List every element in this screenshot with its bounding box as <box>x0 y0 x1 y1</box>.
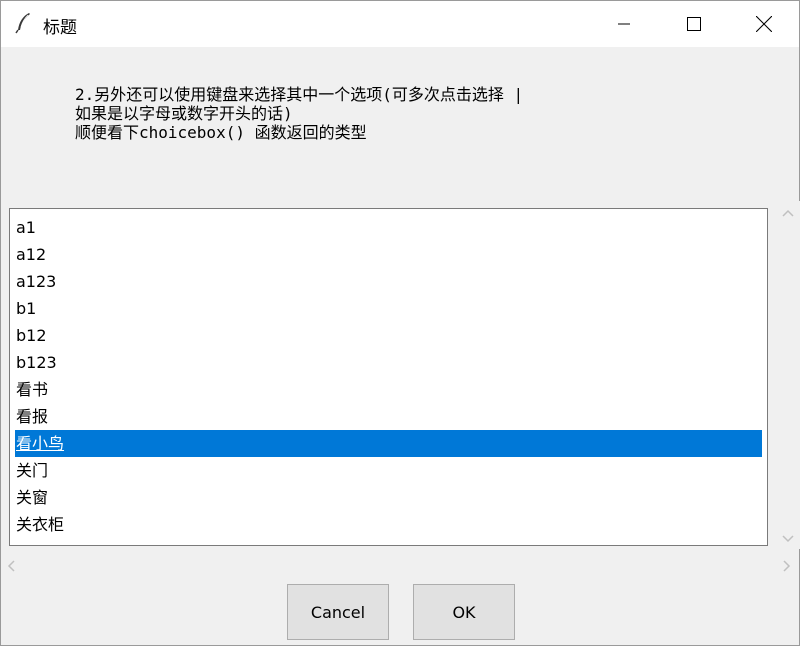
scroll-down-icon[interactable] <box>781 530 795 544</box>
list-item[interactable]: 关窗 <box>15 484 762 511</box>
message-line: 顺便看下choicebox() 函数返回的类型 <box>75 123 367 142</box>
message-line: 2.另外还可以使用键盘来选择其中一个选项(可多次点击选择 | <box>75 85 524 104</box>
list-item[interactable]: a12 <box>15 241 762 268</box>
list-item[interactable]: b123 <box>15 349 762 376</box>
list-item[interactable]: 关衣柜 <box>15 511 762 538</box>
list-item[interactable]: a123 <box>15 268 762 295</box>
ok-button[interactable]: OK <box>413 584 515 640</box>
maximize-icon <box>687 17 701 31</box>
minimize-icon <box>618 23 630 25</box>
close-icon <box>756 16 772 32</box>
list-item[interactable]: 关门 <box>15 457 762 484</box>
cancel-button[interactable]: Cancel <box>287 584 389 640</box>
vertical-scrollbar[interactable] <box>776 201 800 549</box>
scroll-up-icon[interactable] <box>781 206 795 220</box>
scroll-right-icon[interactable] <box>779 558 793 572</box>
list-item[interactable]: 看报 <box>15 403 762 430</box>
list-item[interactable]: b1 <box>15 295 762 322</box>
feather-icon <box>15 12 33 34</box>
minimize-button[interactable] <box>601 1 647 47</box>
dialog-window: 标题 2.另外还可以使用键盘来选择其中一个选项(可多次点击选择 | 如果是以字母或… <box>0 0 800 646</box>
scroll-left-icon[interactable] <box>5 558 19 572</box>
list-item[interactable]: 看书 <box>15 376 762 403</box>
maximize-button[interactable] <box>671 1 717 47</box>
list-item-selected[interactable]: 看小鸟 <box>15 430 762 457</box>
horizontal-scrollbar[interactable] <box>1 553 799 577</box>
message-line: 如果是以字母或数字开头的话) <box>75 104 293 123</box>
list-item[interactable]: a1 <box>15 214 762 241</box>
list-item[interactable]: b12 <box>15 322 762 349</box>
message-text: 2.另外还可以使用键盘来选择其中一个选项(可多次点击选择 | 如果是以字母或数字开… <box>75 85 523 142</box>
window-title: 标题 <box>43 18 77 38</box>
choice-listbox[interactable]: a1 a12 a123 b1 b12 b123 看书 看报 看小鸟 关门 关窗 … <box>9 208 768 546</box>
title-bar[interactable]: 标题 <box>1 1 799 47</box>
close-button[interactable] <box>741 1 787 47</box>
